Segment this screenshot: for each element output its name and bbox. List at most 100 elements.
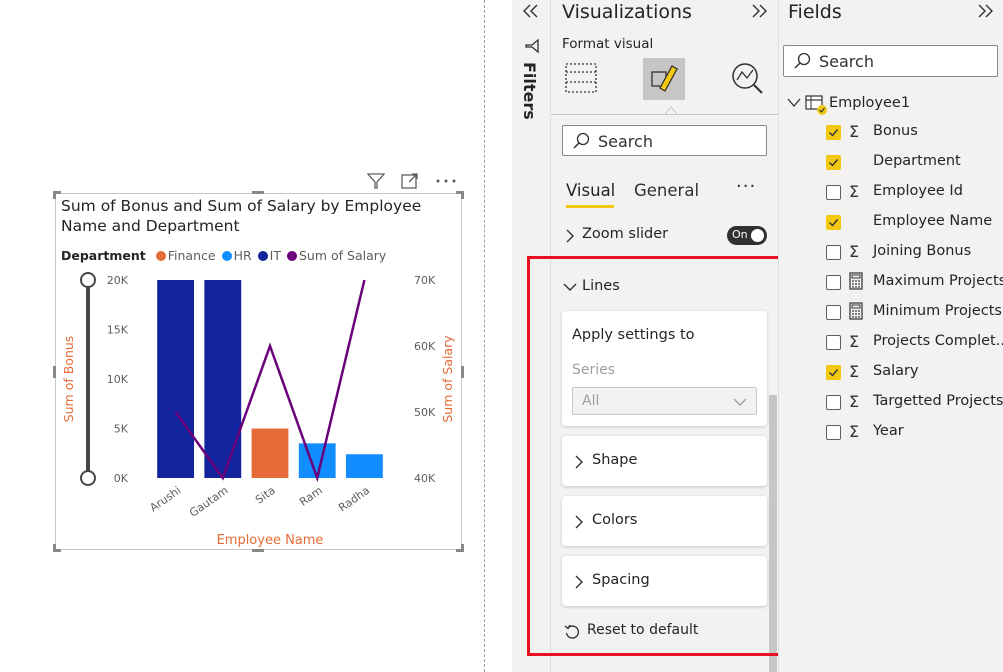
right-axis-tick: 50K xyxy=(414,406,436,419)
focus-mode-icon[interactable] xyxy=(400,172,420,190)
fields-search-placeholder: Search xyxy=(819,52,874,71)
field-item[interactable]: Σ Employee Id xyxy=(825,178,1003,208)
sum-icon: Σ xyxy=(849,332,860,351)
field-item[interactable]: Σ Year xyxy=(825,418,1003,448)
analytics-magnifier-icon[interactable] xyxy=(727,58,767,98)
sum-icon: Σ xyxy=(849,392,860,411)
format-visual-label: Format visual xyxy=(562,36,654,52)
collapse-right-icon[interactable] xyxy=(749,2,769,20)
field-item[interactable]: Σ Projects Complet... xyxy=(825,328,1003,358)
field-label: Salary xyxy=(873,363,919,379)
sum-icon: Σ xyxy=(849,362,860,381)
combo-chart-visual[interactable]: Sum of Bonus and Sum of Salary by Employ… xyxy=(53,191,464,552)
zoom-slider-label[interactable]: Zoom slider xyxy=(582,226,668,242)
field-label: Maximum Projects xyxy=(873,273,1003,289)
sum-icon: Σ xyxy=(849,182,860,201)
x-axis-title: Employee Name xyxy=(217,533,324,548)
highlight-annotation-box xyxy=(527,256,816,656)
field-label: Targetted Projects xyxy=(873,393,1003,409)
field-checkbox[interactable] xyxy=(826,335,841,350)
field-item[interactable]: Minimum Projects xyxy=(825,298,1003,328)
viz-search-placeholder: Search xyxy=(598,132,653,151)
left-axis-tick: 20K xyxy=(107,274,129,287)
field-checkbox[interactable] xyxy=(826,125,841,140)
filter-icon[interactable] xyxy=(366,172,386,190)
calculator-icon xyxy=(849,272,863,294)
y-axis-title-right: Sum of Salary xyxy=(440,335,455,423)
field-checkbox[interactable] xyxy=(826,275,841,290)
bar-gautam[interactable] xyxy=(204,280,242,478)
field-label: Minimum Projects xyxy=(873,303,1002,319)
field-item[interactable]: Σ Bonus xyxy=(825,118,1003,148)
viz-search-input[interactable]: Search xyxy=(562,125,767,156)
table-name[interactable]: Employee1 xyxy=(829,95,910,111)
search-icon xyxy=(573,132,590,149)
right-axis-tick: 40K xyxy=(414,472,436,485)
right-axis-tick: 70K xyxy=(414,274,436,287)
bar-arushi[interactable] xyxy=(157,280,195,478)
zoom-slider-toggle[interactable]: On xyxy=(727,226,767,245)
toggle-state-label: On xyxy=(732,228,748,241)
tab-visual[interactable]: Visual xyxy=(566,181,615,200)
field-checkbox[interactable] xyxy=(826,245,841,260)
format-paintbrush-icon[interactable] xyxy=(644,58,684,98)
field-label: Joining Bonus xyxy=(873,243,972,259)
x-axis-tick: Arushi xyxy=(147,484,183,515)
chevron-down-icon[interactable] xyxy=(787,97,801,109)
toggle-knob xyxy=(751,229,764,242)
chart-plot[interactable]: 20K15K10K5K0K70K60K50K40KSum of Bonus Sum… xyxy=(56,194,461,549)
collapse-left-icon[interactable] xyxy=(521,2,541,20)
field-item[interactable]: Σ Joining Bonus xyxy=(825,238,1003,268)
field-item[interactable]: Employee Name xyxy=(825,208,1003,238)
field-checkbox[interactable] xyxy=(826,395,841,410)
field-item[interactable]: Maximum Projects xyxy=(825,268,1003,298)
field-item[interactable]: Σ Salary xyxy=(825,358,1003,388)
more-options-icon[interactable] xyxy=(434,172,458,190)
field-label: Employee Id xyxy=(873,183,963,199)
left-axis-tick: 0K xyxy=(114,472,129,485)
pane-divider xyxy=(551,114,778,115)
zoom-slider-handle-bottom[interactable] xyxy=(80,470,96,486)
left-axis-tick: 15K xyxy=(107,324,129,337)
field-label: Projects Complet... xyxy=(873,333,1003,349)
field-label: Bonus xyxy=(873,123,918,139)
more-options-button[interactable]: ··· xyxy=(736,176,756,197)
fields-title: Fields xyxy=(788,1,842,23)
field-checkbox[interactable] xyxy=(826,305,841,320)
field-checkbox[interactable] xyxy=(826,425,841,440)
bar-radha[interactable] xyxy=(345,454,383,478)
build-visual-icon[interactable] xyxy=(562,58,602,98)
sum-icon: Σ xyxy=(849,422,860,441)
field-checkbox[interactable] xyxy=(826,365,841,380)
bar-sita[interactable] xyxy=(251,428,289,479)
field-label: Department xyxy=(873,153,961,169)
chevron-right-icon[interactable] xyxy=(563,228,577,244)
field-label: Employee Name xyxy=(873,213,993,229)
field-checkbox[interactable] xyxy=(826,155,841,170)
field-checkbox[interactable] xyxy=(826,215,841,230)
tab-visual-underline xyxy=(566,205,614,208)
zoom-slider-handle-top[interactable] xyxy=(80,272,96,288)
calculator-icon xyxy=(849,302,863,324)
field-checkbox[interactable] xyxy=(826,185,841,200)
filters-label[interactable]: Filters xyxy=(520,62,539,120)
page-boundary xyxy=(484,0,485,672)
table-icon xyxy=(805,95,827,115)
y-axis-title-left: Sum of Bonus xyxy=(61,336,76,423)
left-axis-tick: 5K xyxy=(114,423,129,436)
field-label: Year xyxy=(873,423,904,439)
x-axis-tick: Radha xyxy=(336,484,372,515)
left-axis-tick: 10K xyxy=(107,373,129,386)
x-axis-tick: Sita xyxy=(253,484,278,507)
field-item[interactable]: Department xyxy=(825,148,1003,178)
x-axis-tick: Ram xyxy=(297,484,325,509)
filter-funnel-icon xyxy=(525,38,539,54)
tab-general[interactable]: General xyxy=(634,181,699,200)
field-item[interactable]: Σ Targetted Projects xyxy=(825,388,1003,418)
sum-icon: Σ xyxy=(849,242,860,261)
fields-search-input[interactable]: Search xyxy=(783,45,998,77)
sum-icon: Σ xyxy=(849,122,860,141)
x-axis-tick: Gautam xyxy=(187,484,231,520)
visualizations-title: Visualizations xyxy=(562,1,692,23)
collapse-right-icon[interactable] xyxy=(975,2,995,20)
